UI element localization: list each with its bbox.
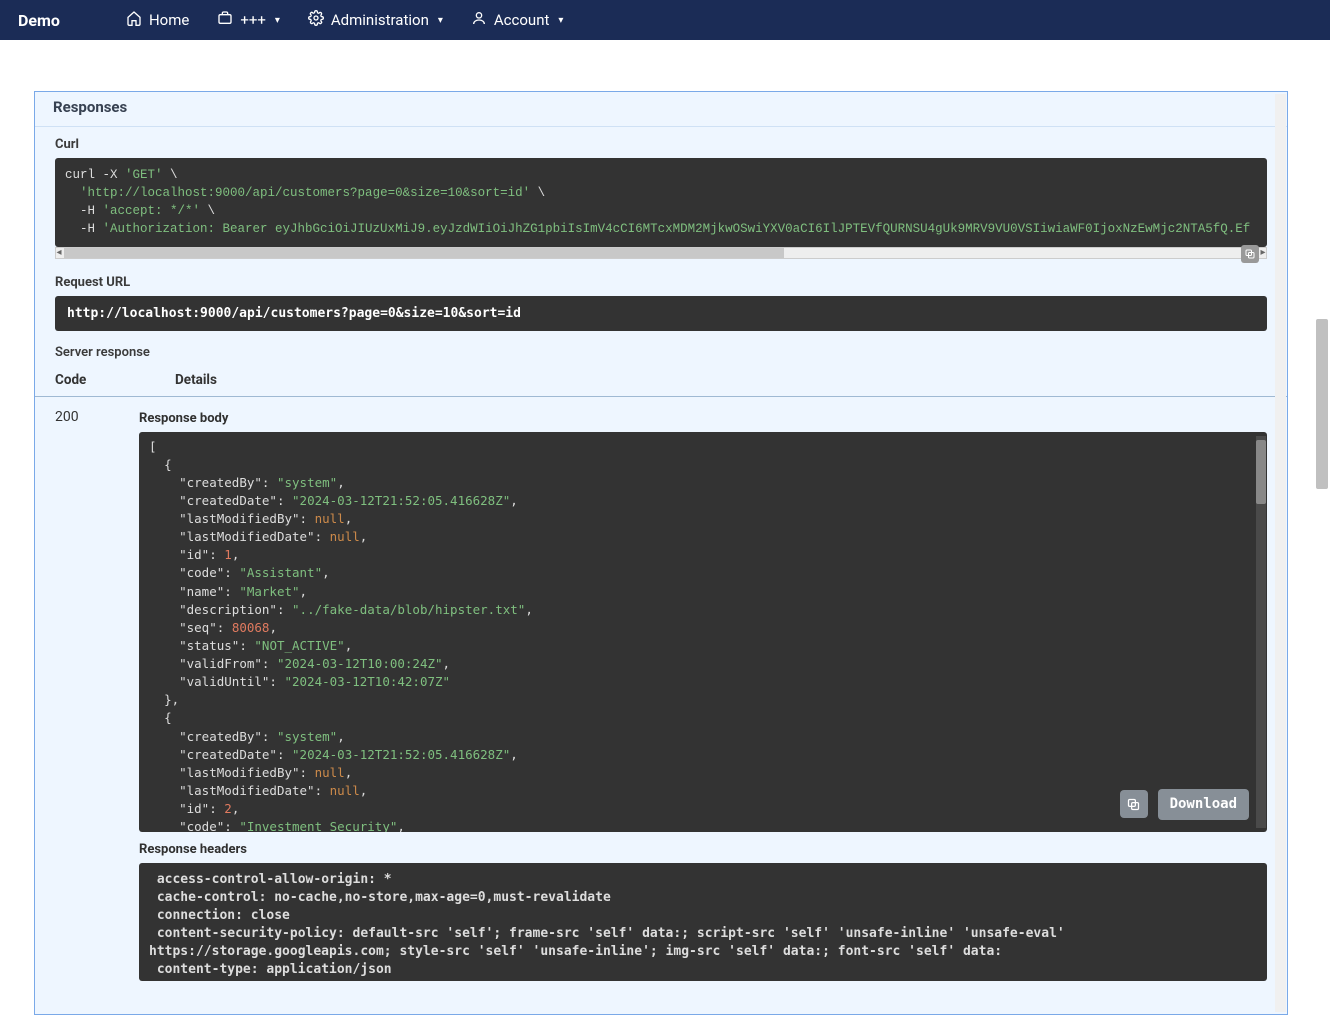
nav-account[interactable]: Account ▾	[471, 10, 564, 30]
curl-horizontal-scrollbar[interactable]: ◂ ▸	[55, 247, 1267, 259]
server-response-label: Server response	[55, 345, 1267, 360]
status-code: 200	[55, 407, 115, 425]
curl-section: Curl curl -X 'GET' \ 'http://localhost:9…	[35, 127, 1287, 265]
request-url-label: Request URL	[55, 275, 1267, 290]
outer-scrollbar[interactable]	[1314, 49, 1328, 1007]
outer-scrollbar-thumb[interactable]	[1316, 319, 1328, 489]
response-headers-block[interactable]: access-control-allow-origin: * cache-con…	[139, 863, 1267, 981]
nav-entities[interactable]: +++ ▾	[217, 10, 280, 30]
scroll-right-icon[interactable]: ▸	[1258, 247, 1268, 259]
swagger-response-panel: Responses Curl curl -X 'GET' \ 'http://l…	[34, 91, 1288, 1015]
response-headers-label: Response headers	[139, 842, 1267, 857]
nav-home-label: Home	[149, 11, 189, 29]
nav-admin-label: Administration	[331, 11, 429, 29]
briefcase-icon	[217, 10, 233, 30]
nav-home[interactable]: Home	[126, 10, 189, 30]
nav-administration[interactable]: Administration ▾	[308, 10, 443, 30]
nav-account-label: Account	[494, 11, 550, 29]
gear-icon	[308, 10, 324, 30]
nav-entities-label: +++	[240, 11, 266, 29]
user-icon	[471, 10, 487, 30]
curl-code[interactable]: curl -X 'GET' \ 'http://localhost:9000/a…	[55, 158, 1267, 247]
copy-body-button[interactable]	[1120, 790, 1148, 818]
responses-title: Responses	[53, 98, 1269, 116]
curl-scroll-thumb[interactable]	[64, 248, 784, 258]
home-icon	[126, 10, 142, 30]
details-column-header: Details	[175, 372, 217, 388]
code-column-header: Code	[55, 372, 115, 388]
response-body-block[interactable]: [ { "createdBy": "system", "createdDate"…	[139, 432, 1267, 832]
response-table-header: Code Details	[35, 366, 1287, 397]
chevron-down-icon: ▾	[438, 15, 443, 26]
copy-curl-button[interactable]	[1241, 245, 1259, 263]
request-url-section: Request URL http://localhost:9000/api/cu…	[35, 265, 1287, 335]
server-response-section: Server response	[35, 335, 1287, 360]
responses-header: Responses	[35, 92, 1287, 127]
page-scroll-area: Responses Curl curl -X 'GET' \ 'http://l…	[0, 40, 1330, 1015]
response-row: 200 Response body [ { "createdBy": "syst…	[35, 397, 1287, 981]
navbar: Demo Home +++ ▾ Administration ▾	[0, 0, 1330, 40]
body-scrollbar-thumb[interactable]	[1256, 440, 1266, 504]
response-body-label: Response body	[139, 411, 1267, 426]
chevron-down-icon: ▾	[558, 15, 563, 26]
body-scrollbar[interactable]	[1256, 436, 1266, 828]
curl-label: Curl	[55, 137, 1267, 152]
chevron-down-icon: ▾	[275, 15, 280, 26]
panel-scrollbar[interactable]	[1275, 94, 1286, 1012]
scroll-left-icon[interactable]: ◂	[54, 247, 64, 259]
download-button[interactable]: Download	[1158, 789, 1249, 819]
brand[interactable]: Demo	[18, 11, 60, 30]
request-url-value[interactable]: http://localhost:9000/api/customers?page…	[55, 296, 1267, 331]
